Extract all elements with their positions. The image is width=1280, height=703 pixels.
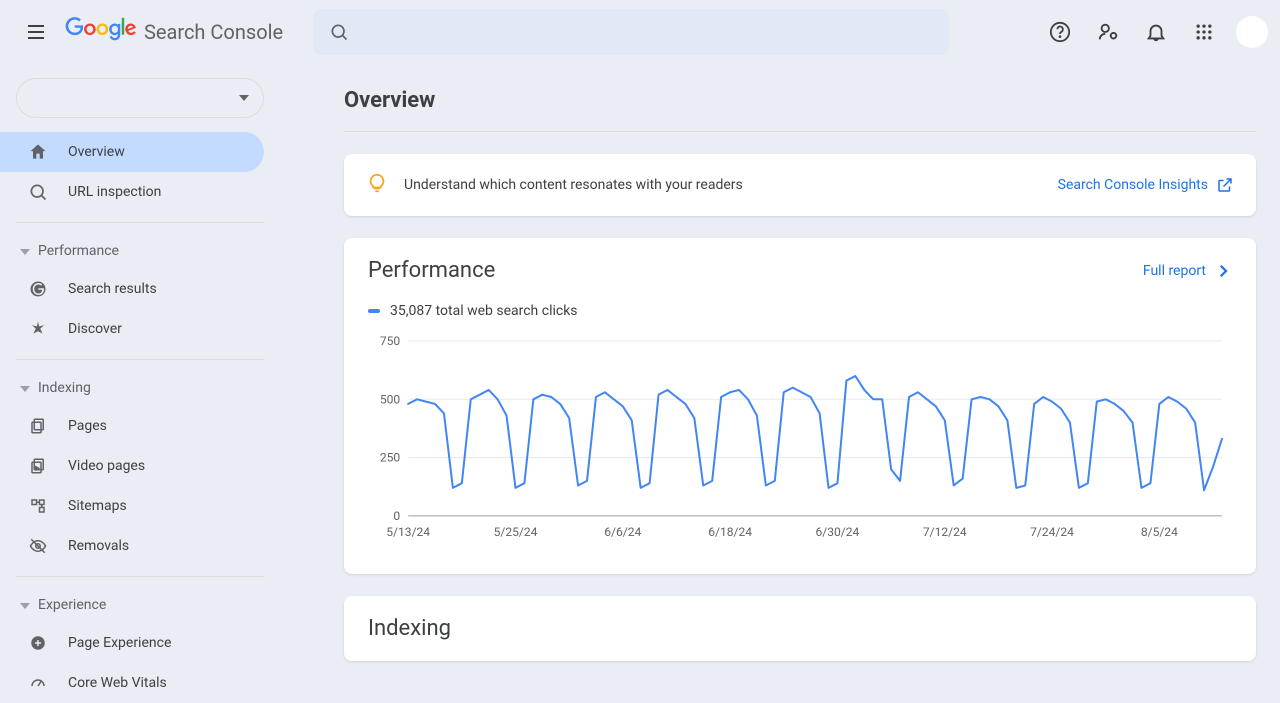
indexing-card-title: Indexing bbox=[368, 616, 1232, 641]
main-content: Overview Understand which content resona… bbox=[280, 64, 1280, 703]
header-actions bbox=[1040, 12, 1268, 52]
notifications-button[interactable] bbox=[1136, 12, 1176, 52]
sidebar-item-pages[interactable]: Pages bbox=[0, 406, 264, 446]
performance-card: Performance Full report 35,087 total web… bbox=[344, 238, 1256, 574]
sidebar-item-core-web-vitals[interactable]: Core Web Vitals bbox=[0, 663, 264, 703]
svg-text:7/24/24: 7/24/24 bbox=[1030, 525, 1074, 539]
svg-text:250: 250 bbox=[380, 451, 401, 465]
legend-swatch bbox=[368, 309, 380, 313]
divider bbox=[16, 576, 264, 577]
performance-card-title: Performance bbox=[368, 258, 495, 283]
sidebar: Overview URL inspection Performance Sear… bbox=[0, 64, 280, 703]
caret-down-icon bbox=[20, 243, 30, 259]
sidebar-item-label: Discover bbox=[68, 321, 122, 337]
apps-button[interactable] bbox=[1184, 12, 1224, 52]
svg-text:6/6/24: 6/6/24 bbox=[604, 525, 641, 539]
divider bbox=[344, 131, 1256, 132]
svg-text:0: 0 bbox=[393, 509, 400, 523]
sidebar-item-overview[interactable]: Overview bbox=[0, 132, 264, 172]
account-avatar[interactable] bbox=[1236, 16, 1268, 48]
sidebar-section-experience[interactable]: Experience bbox=[0, 587, 280, 623]
full-report-link[interactable]: Full report bbox=[1143, 262, 1232, 280]
home-icon bbox=[28, 142, 48, 162]
chevron-right-icon bbox=[1214, 262, 1232, 280]
svg-text:500: 500 bbox=[380, 392, 401, 406]
apps-grid-icon bbox=[1194, 22, 1214, 42]
sidebar-item-removals[interactable]: Removals bbox=[0, 526, 264, 566]
sidebar-item-label: Core Web Vitals bbox=[68, 675, 167, 691]
caret-down-icon bbox=[20, 380, 30, 396]
lightbulb-icon bbox=[366, 172, 388, 198]
sidebar-item-discover[interactable]: Discover bbox=[0, 309, 264, 349]
search-icon bbox=[329, 22, 349, 42]
product-logo[interactable]: Search Console bbox=[64, 17, 283, 47]
search-input[interactable] bbox=[361, 23, 933, 41]
search-icon bbox=[28, 182, 48, 202]
svg-text:5/25/24: 5/25/24 bbox=[494, 525, 538, 539]
divider bbox=[16, 359, 264, 360]
google-logo bbox=[64, 17, 138, 47]
manage-users-button[interactable] bbox=[1088, 12, 1128, 52]
sidebar-item-search-results[interactable]: Search results bbox=[0, 269, 264, 309]
sitemap-icon bbox=[28, 496, 48, 516]
sidebar-section-label: Experience bbox=[38, 597, 106, 613]
svg-text:6/18/24: 6/18/24 bbox=[708, 525, 752, 539]
sidebar-item-label: Page Experience bbox=[68, 635, 171, 651]
divider bbox=[16, 222, 264, 223]
sidebar-section-label: Performance bbox=[38, 243, 119, 259]
eye-off-icon bbox=[28, 536, 48, 556]
sidebar-item-video-pages[interactable]: Video pages bbox=[0, 446, 264, 486]
chart-legend: 35,087 total web search clicks bbox=[368, 303, 1232, 319]
sidebar-item-label: URL inspection bbox=[68, 184, 161, 200]
menu-icon bbox=[24, 20, 48, 44]
sidebar-item-page-experience[interactable]: Page Experience bbox=[0, 623, 264, 663]
legend-label: 35,087 total web search clicks bbox=[390, 303, 578, 319]
page-title: Overview bbox=[344, 66, 1256, 131]
insights-text: Understand which content resonates with … bbox=[404, 177, 743, 193]
sidebar-section-label: Indexing bbox=[38, 380, 91, 396]
help-icon bbox=[1049, 21, 1071, 43]
external-link-icon bbox=[1216, 176, 1234, 194]
caret-down-icon bbox=[239, 95, 249, 101]
help-button[interactable] bbox=[1040, 12, 1080, 52]
sidebar-item-url-inspection[interactable]: URL inspection bbox=[0, 172, 264, 212]
sidebar-item-label: Video pages bbox=[68, 458, 145, 474]
svg-text:8/5/24: 8/5/24 bbox=[1141, 525, 1178, 539]
sidebar-section-indexing[interactable]: Indexing bbox=[0, 370, 280, 406]
app-header: Search Console bbox=[0, 0, 1280, 64]
insights-card: Understand which content resonates with … bbox=[344, 154, 1256, 216]
sidebar-section-performance[interactable]: Performance bbox=[0, 233, 280, 269]
sidebar-item-sitemaps[interactable]: Sitemaps bbox=[0, 486, 264, 526]
sidebar-item-label: Removals bbox=[68, 538, 129, 554]
sidebar-item-label: Overview bbox=[68, 144, 125, 160]
property-selector[interactable] bbox=[16, 78, 264, 118]
svg-text:6/30/24: 6/30/24 bbox=[816, 525, 860, 539]
bell-icon bbox=[1145, 21, 1167, 43]
circle-plus-icon bbox=[28, 633, 48, 653]
svg-text:7/12/24: 7/12/24 bbox=[923, 525, 967, 539]
indexing-card: Indexing bbox=[344, 596, 1256, 661]
product-name: Search Console bbox=[144, 20, 283, 44]
sidebar-item-label: Sitemaps bbox=[68, 498, 127, 514]
pages-icon bbox=[28, 416, 48, 436]
google-g-icon bbox=[28, 279, 48, 299]
insights-link-label: Search Console Insights bbox=[1058, 177, 1208, 193]
search-bar[interactable] bbox=[313, 9, 949, 55]
full-report-label: Full report bbox=[1143, 263, 1206, 279]
insights-link[interactable]: Search Console Insights bbox=[1058, 176, 1234, 194]
sidebar-item-label: Search results bbox=[68, 281, 157, 297]
speedometer-icon bbox=[28, 673, 48, 693]
asterisk-icon bbox=[28, 319, 48, 339]
caret-down-icon bbox=[20, 597, 30, 613]
video-pages-icon bbox=[28, 456, 48, 476]
svg-text:750: 750 bbox=[380, 335, 401, 348]
performance-chart: 0 250 500 750 5/13/24 5/25/24 6/6/24 6/18/24 6/3… bbox=[368, 335, 1232, 546]
person-gear-icon bbox=[1097, 21, 1119, 43]
svg-text:5/13/24: 5/13/24 bbox=[386, 525, 430, 539]
menu-button[interactable] bbox=[12, 8, 60, 56]
sidebar-item-label: Pages bbox=[68, 418, 107, 434]
